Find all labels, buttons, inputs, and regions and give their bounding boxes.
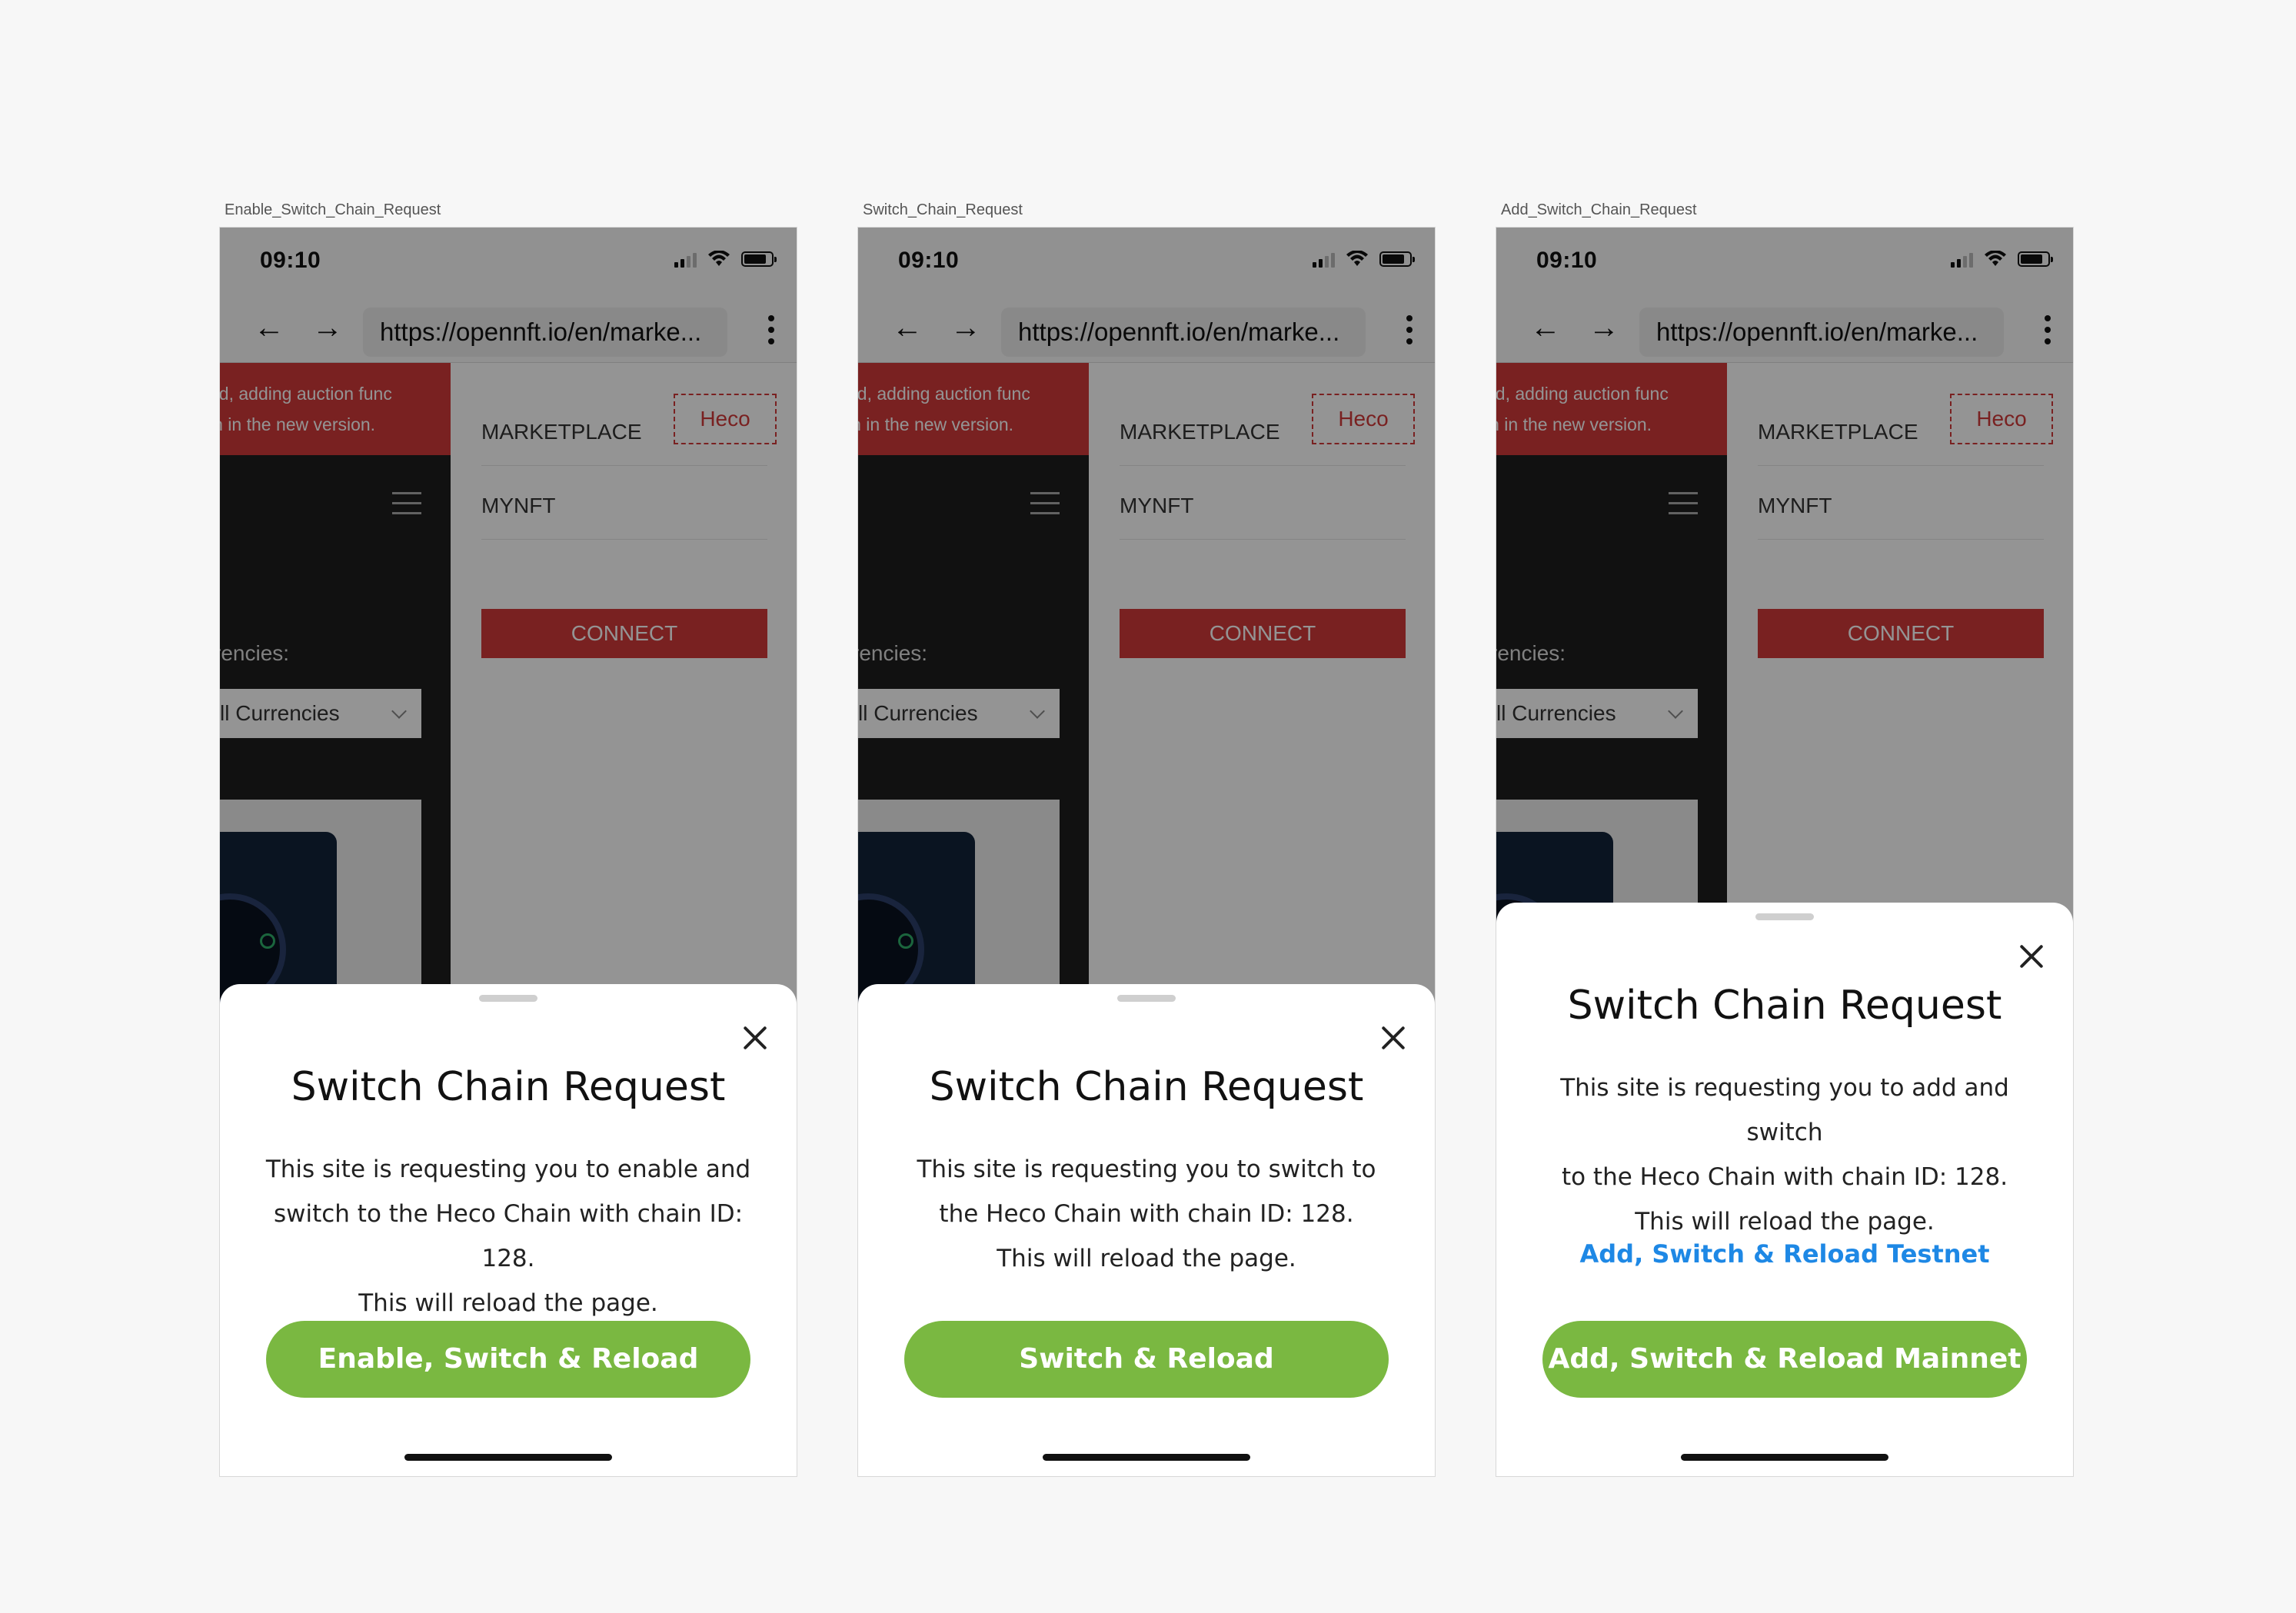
bottom-sheet: Switch Chain Request This site is reques… [1496,903,2073,1476]
primary-action-button[interactable]: Add, Switch & Reload Mainnet [1542,1321,2027,1398]
close-icon[interactable] [1378,1023,1409,1053]
message-line: the Heco Chain with chain ID: 128. [939,1200,1354,1228]
message-line: switch to the Heco Chain with chain ID: … [273,1200,744,1272]
sheet-title: Switch Chain Request [929,1064,1364,1110]
sheet-message: This site is requesting you to enable an… [251,1147,766,1325]
close-icon[interactable] [2016,941,2047,972]
bottom-sheet: Switch Chain Request This site is reques… [858,984,1435,1476]
phone-screen: 09:10 ← → https://opennft.io/en/marke...… [858,228,1435,1476]
home-indicator [1681,1454,1888,1461]
sheet-grabber[interactable] [1755,913,1814,920]
message-line: to the Heco Chain with chain ID: 128. [1561,1163,2008,1191]
message-line: This site is requesting you to add and s… [1560,1074,2009,1146]
sheet-grabber[interactable] [1117,995,1176,1002]
add-switch-reload-testnet-link[interactable]: Add, Switch & Reload Testnet [1496,1239,2073,1269]
sheet-grabber[interactable] [479,995,537,1002]
sheet-title: Switch Chain Request [291,1064,726,1110]
message-line: This will reload the page. [997,1245,1296,1272]
home-indicator [1043,1454,1250,1461]
message-line: This site is requesting you to enable an… [265,1156,751,1183]
phone-screen: 09:10 ← → https://opennft.io/en/marke...… [1496,228,2073,1476]
primary-action-button[interactable]: Switch & Reload [904,1321,1389,1398]
primary-action-button[interactable]: Enable, Switch & Reload [266,1321,750,1398]
message-line: This site is requesting you to switch to [917,1156,1376,1183]
frame-label: Enable_Switch_Chain_Request [225,201,441,218]
frame-label: Add_Switch_Chain_Request [1501,201,1697,218]
sheet-title: Switch Chain Request [1567,983,2002,1029]
close-icon[interactable] [740,1023,770,1053]
frame-label: Switch_Chain_Request [863,201,1023,218]
message-line: This will reload the page. [358,1289,658,1317]
sheet-message: This site is requesting you to add and s… [1527,1066,2042,1244]
home-indicator [404,1454,612,1461]
sheet-message: This site is requesting you to switch to… [889,1147,1404,1281]
phone-screen: 09:10 ← → https://opennft.io/en/marke...… [220,228,797,1476]
bottom-sheet: Switch Chain Request This site is reques… [220,984,797,1476]
message-line: This will reload the page. [1635,1208,1935,1236]
